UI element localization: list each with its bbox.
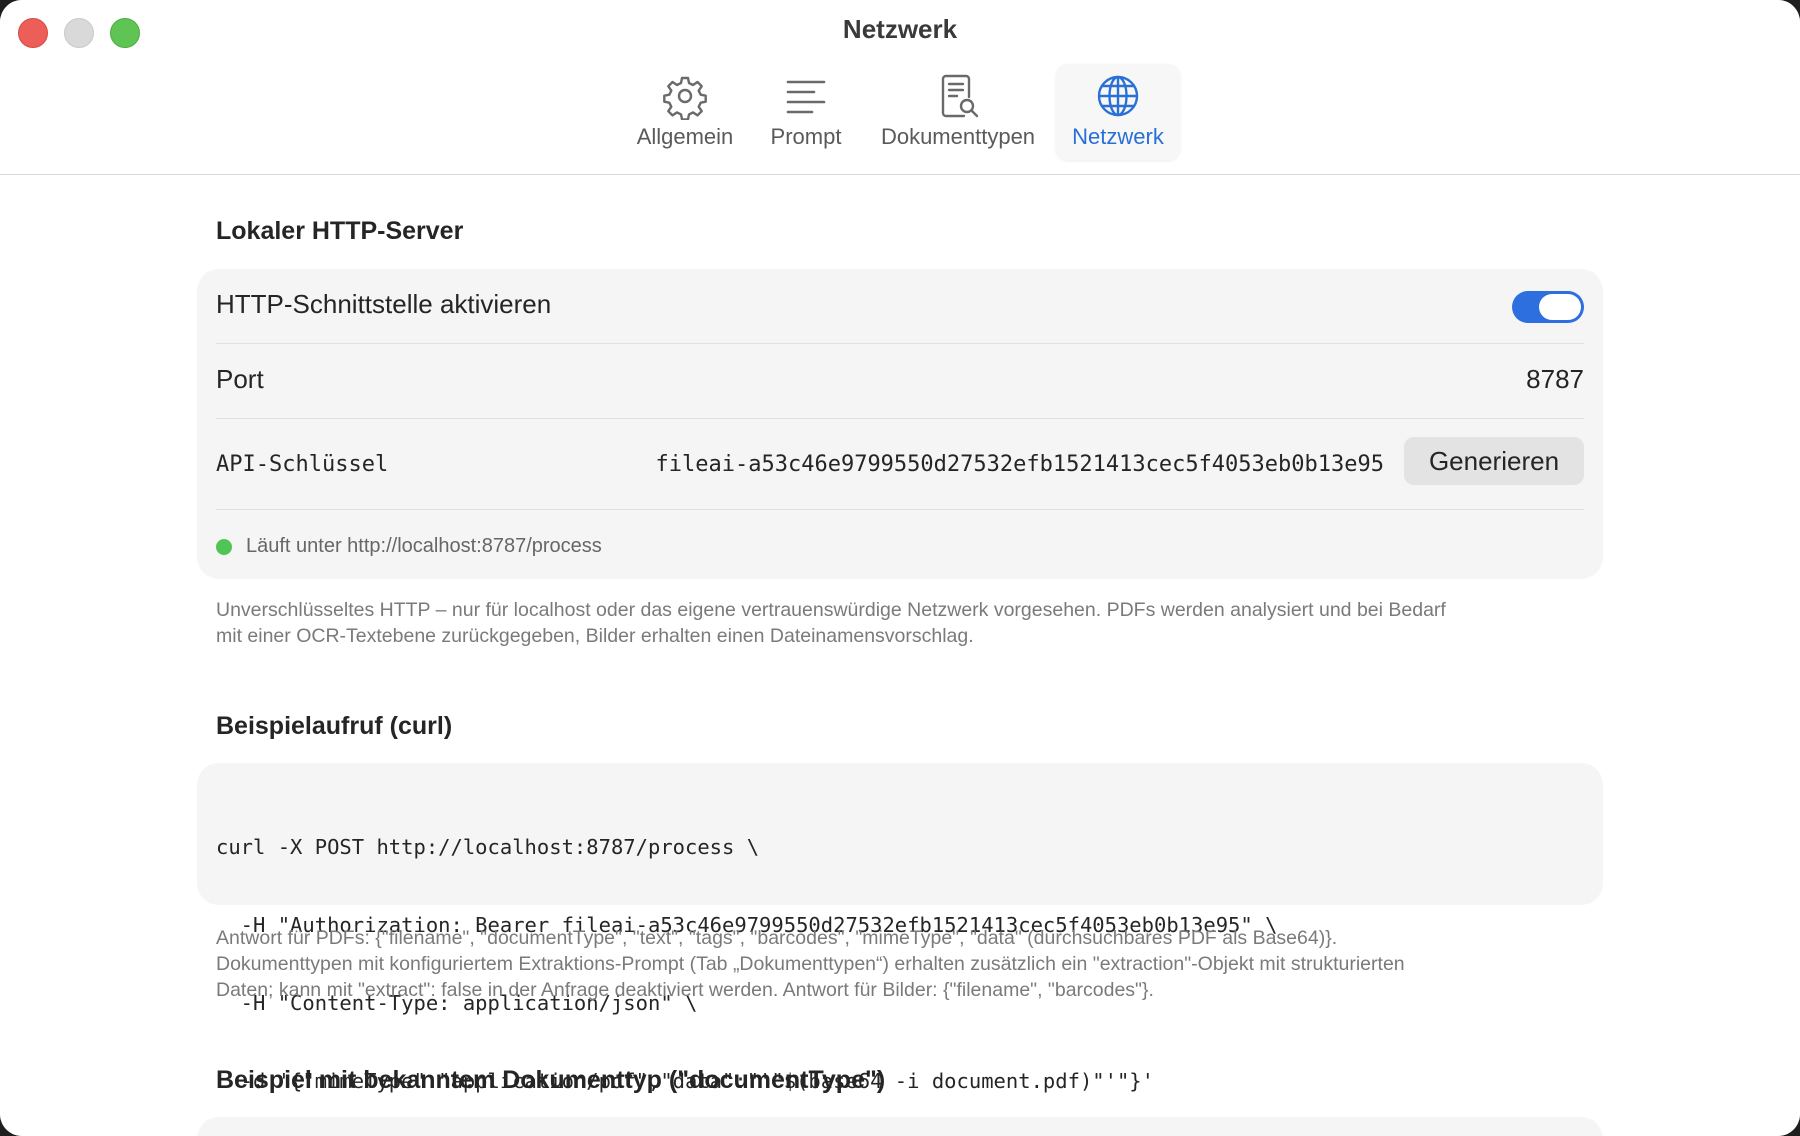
http-security-note: Unverschlüsseltes HTTP – nur für localho…	[216, 597, 1596, 649]
http-security-note-line: Unverschlüsseltes HTTP – nur für localho…	[216, 599, 1446, 621]
row-divider	[216, 509, 1584, 510]
tab-dokumenttypen[interactable]: Dokumenttypen	[868, 64, 1048, 160]
toggle-knob	[1539, 294, 1581, 320]
port-label: Port	[216, 364, 264, 394]
status-indicator-icon	[216, 538, 232, 555]
tab-prompt[interactable]: Prompt	[755, 64, 857, 160]
tab-allgemein-label: Allgemein	[636, 124, 734, 149]
document-search-icon	[941, 74, 979, 118]
http-security-note-line: mit einer OCR-Textebene zurückgegeben, B…	[216, 625, 974, 647]
settings-window: Netzwerk Allgemein Prompt Dokumenttypen …	[0, 0, 1800, 1136]
port-row: Port	[216, 344, 1584, 418]
enable-http-label: HTTP-Schnittstelle aktivieren	[216, 289, 552, 319]
window-title: Netzwerk	[842, 14, 958, 44]
enable-http-toggle[interactable]	[1512, 291, 1584, 323]
gear-icon	[663, 76, 707, 120]
response-format-note-line: Antwort für PDFs: {"filename", "document…	[216, 927, 1338, 949]
globe-icon	[1097, 75, 1139, 117]
curl-example-title: Beispielaufruf (curl)	[216, 712, 453, 740]
preferences-tabs: Allgemein Prompt Dokumenttypen Netzwerk	[0, 64, 1800, 160]
port-field[interactable]: 8787	[1526, 364, 1584, 395]
server-status-text: Läuft unter http://localhost:8787/proces…	[246, 535, 602, 557]
response-format-note-line: Dokumenttypen mit konfiguriertem Extrakt…	[216, 953, 1405, 975]
row-divider	[216, 418, 1584, 419]
server-settings-card: HTTP-Schnittstelle aktivieren Port 8787 …	[197, 269, 1603, 579]
tab-netzwerk[interactable]: Netzwerk	[1056, 64, 1180, 160]
server-status: Läuft unter http://localhost:8787/proces…	[216, 535, 602, 558]
enable-http-row: HTTP-Schnittstelle aktivieren	[216, 269, 1584, 343]
response-format-note-line: Daten; kann mit "extract": false in der …	[216, 979, 1154, 1001]
toolbar: Netzwerk Allgemein Prompt Dokumenttypen …	[0, 0, 1800, 175]
response-format-note: Antwort für PDFs: {"filename", "document…	[216, 925, 1596, 1003]
api-key-field[interactable]: fileai-a53c46e9799550d27532efb1521413cec…	[656, 452, 1384, 477]
tab-allgemein[interactable]: Allgemein	[620, 64, 750, 160]
tab-netzwerk-label: Netzwerk	[1072, 124, 1164, 149]
code-line: curl -X POST http://localhost:8787/proce…	[216, 835, 760, 859]
api-key-label: API-Schlüssel	[216, 452, 389, 477]
netzwerk-settings-content: Lokaler HTTP-Server HTTP-Schnittstelle a…	[0, 175, 1800, 1136]
known-type-example-card	[197, 1117, 1603, 1136]
text-lines-icon	[786, 80, 826, 114]
known-type-example-title: Beispiel mit bekanntem Dokumenttyp ("doc…	[216, 1066, 886, 1094]
tab-dokumenttypen-label: Dokumenttypen	[880, 124, 1036, 149]
generate-api-key-button[interactable]: Generieren	[1404, 437, 1584, 485]
tab-prompt-label: Prompt	[770, 124, 842, 149]
server-section-title: Lokaler HTTP-Server	[216, 217, 464, 245]
